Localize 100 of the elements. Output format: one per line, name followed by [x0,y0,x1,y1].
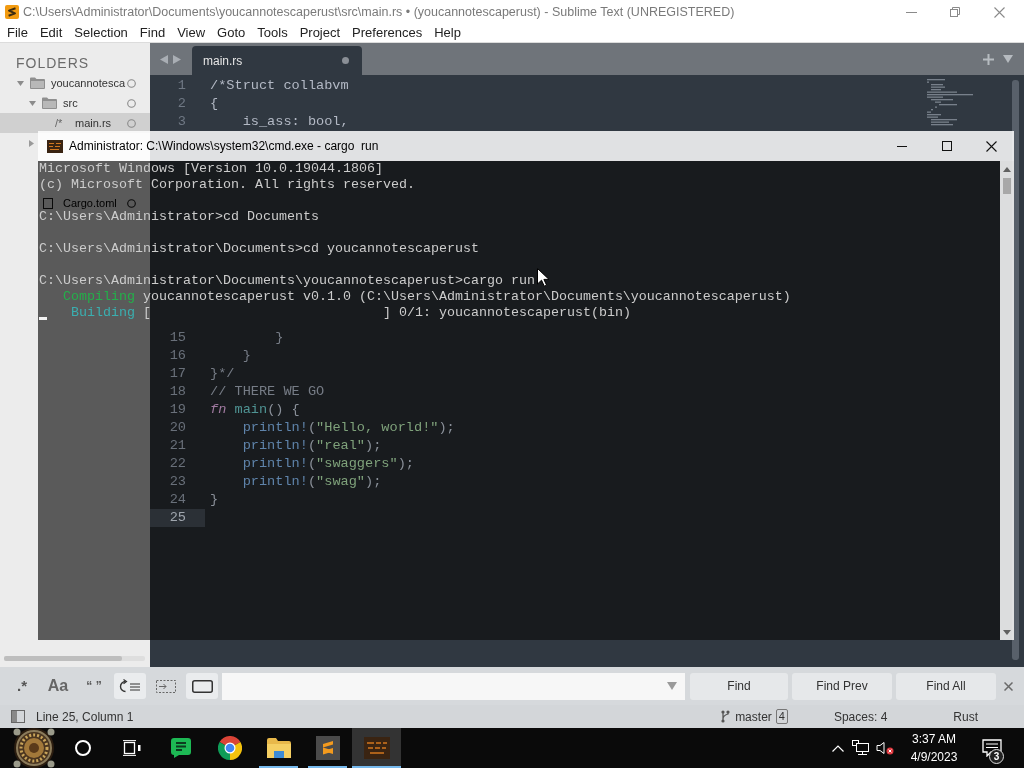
line-number: 15 [169,330,186,345]
line-number: 2 [177,96,186,111]
git-branch[interactable]: master [735,707,772,726]
code-line: is_ass: bool, [242,114,349,129]
menu-item[interactable]: File [1,24,34,42]
line-number: 20 [169,420,186,435]
tree-item[interactable]: /* main.rs [0,113,150,133]
code-line: } [242,348,251,363]
expanded-arrow-icon[interactable] [29,100,36,106]
code-line: /*Struct collabvm [210,78,349,93]
code-line: println!("real"); [242,438,382,453]
tree-item[interactable]: youcannotesca [0,73,150,93]
gear-orb-icon [11,728,57,768]
right-arrow-icon[interactable] [173,54,181,64]
collapsed-arrow-icon[interactable] [29,139,34,147]
rectangle-icon [191,679,213,693]
close-icon[interactable] [1004,681,1013,691]
console-line: Compiling youcannotescaperust v0.1.0 (C:\Users\Administrator\Documents\youcannotescaperust) [63,289,791,304]
line-number: 19 [169,402,186,417]
line-number: 22 [169,456,186,471]
menu-item[interactable]: Help [428,24,467,42]
code-line: println!("swaggers"); [242,456,414,471]
minimize-icon [896,145,907,147]
clock-date[interactable]: 4/9/2023 [910,748,958,766]
highlight-toggle[interactable] [186,673,218,699]
menu-item[interactable]: Preferences [346,24,429,42]
scroll-up-arrow-icon[interactable] [1003,167,1011,172]
minimize-icon [905,11,917,13]
line-number: 24 [169,492,186,507]
horizontal-scrollbar[interactable] [4,656,145,661]
scrollbar-thumb[interactable] [1003,178,1011,194]
segmented-circle-icon [217,736,242,760]
maximize-icon [941,141,952,151]
find-field[interactable] [222,672,685,700]
volume-muted-icon[interactable] [876,741,894,755]
whole-word-toggle[interactable]: “ ” [78,673,110,699]
scrollbar-thumb[interactable] [4,656,122,661]
branch-icon [721,710,731,723]
code-line: fn main() { [210,402,300,417]
console-title: Administrator: C:\Windows\system32\cmd.exe - cargo run [69,138,379,155]
logo-tile-icon [315,736,340,760]
tree-item[interactable]: src [0,93,150,113]
close-icon [993,6,1005,18]
dropdown-triangle-icon[interactable] [1003,55,1013,63]
code-line: println!("swag"); [242,474,382,489]
clock-time[interactable]: 3:37 AM [912,730,956,748]
case-toggle[interactable]: Aa [42,673,74,699]
line-number: 23 [169,474,186,489]
line-number: 1 [177,78,186,93]
wrap-icon [119,678,141,694]
taskbar-button[interactable] [352,728,401,768]
indentation-setting[interactable]: Spaces: 4 [833,707,888,726]
console-line: (c) Microsoft Corporation. All rights reserved. [39,177,415,192]
console-line: Building [ ] 0/1: youcannotescaperust(bin) [71,305,631,320]
plus-icon[interactable] [983,53,994,65]
menu-item[interactable]: Project [293,24,347,42]
cursor-position: Line 25, Column 1 [36,708,134,726]
app-logo-icon [5,5,19,19]
vertical-scrollbar[interactable] [1000,161,1014,640]
dropdown-caret-icon[interactable] [667,682,677,690]
network-icon[interactable] [852,740,870,756]
code-line: println!("Hello, world!"); [242,420,455,435]
modified-dot-icon[interactable] [342,57,349,64]
scroll-down-arrow-icon[interactable] [1003,630,1011,635]
menu-item[interactable]: Find [133,24,172,42]
console-window[interactable] [38,131,1014,640]
sidebar-toggle-icon[interactable] [11,710,25,723]
code-line: // THERE WE GO [210,384,325,399]
action-button[interactable]: Find Prev [792,672,892,700]
file-icon [43,197,53,209]
tab[interactable]: main.rs [192,46,362,75]
console-line: C:\Users\Administrator\Documents\youcannotescaperust>cargo run [39,273,535,288]
expanded-arrow-icon[interactable] [17,80,24,86]
menu-item[interactable]: Selection [68,24,134,42]
chevron-up-icon[interactable] [832,744,844,752]
file-type-glyph: /* [55,117,64,129]
wrap-toggle[interactable] [114,673,146,699]
sidebar-heading: FOLDERS [16,55,90,71]
left-arrow-icon[interactable] [160,54,168,64]
action-button[interactable]: Find All [896,672,996,700]
menu-item[interactable]: Edit [33,24,69,42]
action-button[interactable]: Find [690,672,788,700]
code-line: }*/ [210,366,235,381]
line-number: 21 [169,438,186,453]
notification-count-badge: 3 [989,749,1004,764]
syntax-name[interactable]: Rust [953,707,978,726]
code-line: } [210,492,219,507]
line-number: 3 [177,114,186,129]
regex-toggle[interactable]: .* [6,673,38,699]
ring-icon [74,740,91,756]
line-number: 16 [169,348,186,363]
ring-icon [127,198,136,208]
line-number: 25 [169,510,186,525]
folder-icon [42,97,57,109]
menu-item[interactable]: Tools [251,24,294,42]
console-line: C:\Users\Administrator\Documents>cd youcannotescaperust [39,241,479,256]
line-number: 18 [169,384,186,399]
menu-item[interactable]: View [171,24,212,42]
menu-item[interactable]: Goto [211,24,252,42]
code-line: } [275,330,284,345]
